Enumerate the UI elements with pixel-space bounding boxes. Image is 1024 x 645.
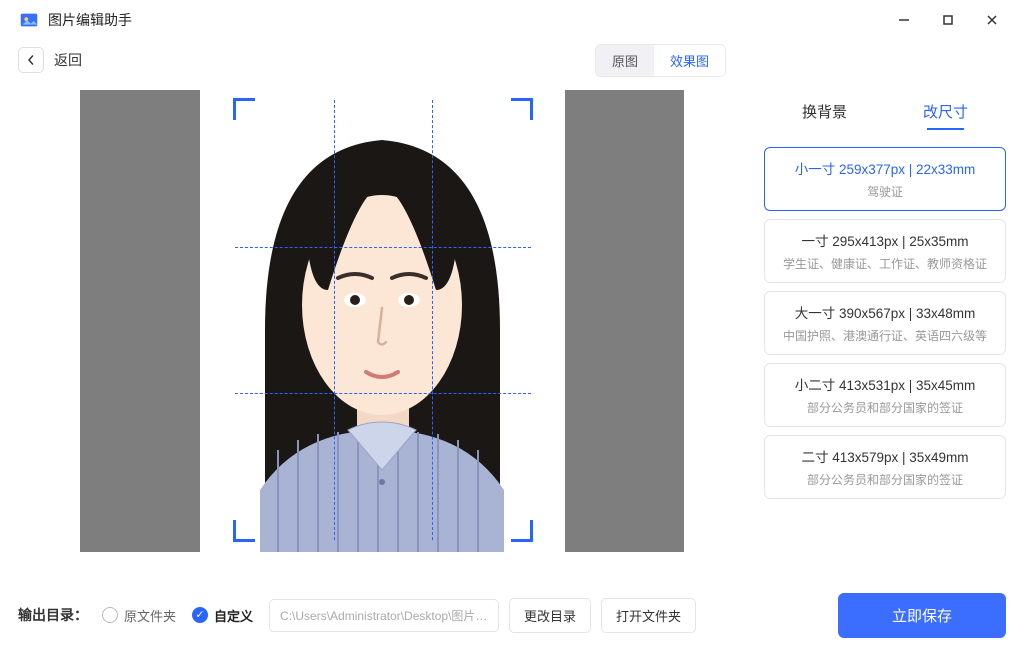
close-button[interactable]: [970, 0, 1014, 40]
footer: 输出目录： 原文件夹 自定义 C:\Users\Administrator\De…: [0, 585, 1024, 645]
minimize-button[interactable]: [882, 0, 926, 40]
canvas-background: [80, 90, 684, 552]
radio-label-original: 原文件夹: [124, 606, 176, 625]
window-controls: [882, 0, 1014, 40]
back-button[interactable]: [18, 47, 44, 73]
size-options: 小一寸 259x377px | 22x33mm 驾驶证一寸 295x413px |…: [764, 147, 1006, 499]
toolbar: 返回 原图 效果图: [0, 40, 1024, 80]
size-spec: 小二寸 413x531px | 35x45mm: [775, 374, 995, 394]
tab-change-bg[interactable]: 换背景: [794, 95, 855, 132]
open-folder-button[interactable]: 打开文件夹: [601, 598, 696, 633]
app-icon: [18, 9, 40, 31]
photo-preview[interactable]: [200, 90, 565, 552]
path-input[interactable]: C:\Users\Administrator\Desktop\图片编辑: [269, 599, 499, 632]
maximize-button[interactable]: [926, 0, 970, 40]
main: 换背景 改尺寸 小一寸 259x377px | 22x33mm 驾驶证一寸 295…: [0, 80, 1024, 585]
size-desc: 部分公务员和部分国家的签证: [775, 471, 995, 488]
size-option-1[interactable]: 一寸 295x413px | 25x35mm 学生证、健康证、工作证、教师资格证: [764, 219, 1006, 283]
canvas-area: [0, 80, 754, 585]
output-label: 输出目录：: [18, 605, 88, 625]
back-label: 返回: [54, 50, 82, 70]
size-desc: 学生证、健康证、工作证、教师资格证: [775, 255, 995, 272]
size-desc: 中国护照、港澳通行证、英语四六级等: [775, 327, 995, 344]
radio-custom-folder[interactable]: 自定义: [192, 606, 253, 625]
tab-original[interactable]: 原图: [596, 45, 654, 76]
save-button[interactable]: 立即保存: [838, 593, 1006, 638]
size-desc: 驾驶证: [775, 183, 995, 200]
titlebar: 图片编辑助手: [0, 0, 1024, 40]
radio-icon: [102, 607, 118, 623]
size-spec: 大一寸 390x567px | 33x48mm: [775, 302, 995, 322]
size-spec: 小一寸 259x377px | 22x33mm: [775, 158, 995, 178]
tab-preview[interactable]: 效果图: [654, 45, 725, 76]
size-spec: 一寸 295x413px | 25x35mm: [775, 230, 995, 250]
size-option-2[interactable]: 大一寸 390x567px | 33x48mm 中国护照、港澳通行证、英语四六级等: [764, 291, 1006, 355]
size-option-0[interactable]: 小一寸 259x377px | 22x33mm 驾驶证: [764, 147, 1006, 211]
change-dir-button[interactable]: 更改目录: [509, 598, 591, 633]
radio-icon-checked: [192, 607, 208, 623]
app-title: 图片编辑助手: [48, 10, 132, 30]
radio-label-custom: 自定义: [214, 606, 253, 625]
size-option-3[interactable]: 小二寸 413x531px | 35x45mm 部分公务员和部分国家的签证: [764, 363, 1006, 427]
size-spec: 二寸 413x579px | 35x49mm: [775, 446, 995, 466]
view-tabs: 原图 效果图: [595, 44, 726, 77]
sidebar: 换背景 改尺寸 小一寸 259x377px | 22x33mm 驾驶证一寸 295…: [754, 80, 1024, 585]
radio-original-folder[interactable]: 原文件夹: [102, 606, 176, 625]
size-option-4[interactable]: 二寸 413x579px | 35x49mm 部分公务员和部分国家的签证: [764, 435, 1006, 499]
tab-resize[interactable]: 改尺寸: [915, 95, 976, 132]
side-tabs: 换背景 改尺寸: [764, 95, 1006, 132]
size-desc: 部分公务员和部分国家的签证: [775, 399, 995, 416]
